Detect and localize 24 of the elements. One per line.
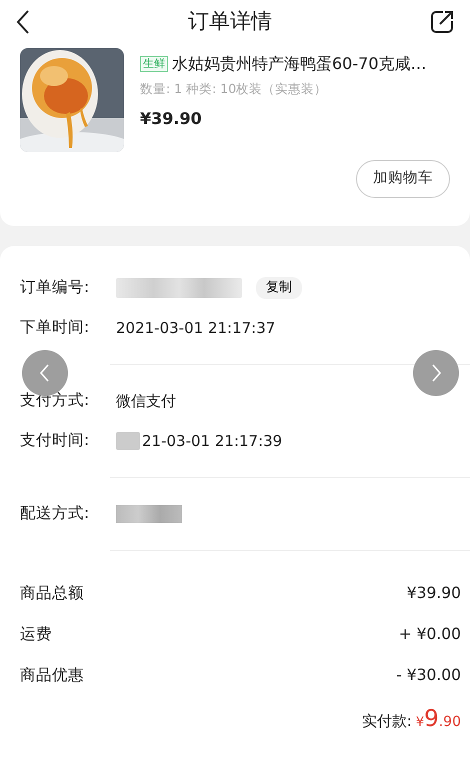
- field-label: 下单时间:: [20, 317, 90, 338]
- field-value: 21-03-01 21:17:39: [142, 430, 282, 452]
- product-price: ¥39.90: [140, 108, 203, 130]
- field-label: 支付时间:: [20, 430, 90, 452]
- field-value: 2021-03-01 21:17:37: [116, 318, 276, 338]
- product-name: 水姑妈贵州特产海鸭蛋60-70克咸…: [172, 53, 426, 75]
- field-label: 配送方式:: [20, 503, 90, 524]
- page-title: 订单详情: [188, 8, 272, 36]
- summary-value: - ¥30.00: [396, 664, 461, 686]
- back-button[interactable]: [16, 9, 30, 35]
- copy-button[interactable]: 复制: [256, 277, 302, 298]
- summary-label: 商品优惠: [20, 664, 84, 686]
- category-tag: 生鲜: [140, 56, 168, 72]
- field-label: 订单编号:: [20, 277, 90, 298]
- summary-label: 商品总额: [20, 582, 84, 604]
- summary-value: ¥39.90: [406, 582, 461, 604]
- product-spec: 数量: 1 种类: 10枚装（实惠装）: [140, 80, 328, 98]
- add-to-cart-button[interactable]: 加购物车: [356, 160, 450, 198]
- total-amount: ¥9.90: [416, 704, 461, 734]
- summary-value: + ¥0.00: [398, 624, 461, 645]
- field-value: 微信支付: [116, 390, 176, 412]
- total-label: 实付款:: [362, 710, 412, 732]
- summary-label: 运费: [20, 624, 52, 645]
- share-button[interactable]: [430, 10, 454, 34]
